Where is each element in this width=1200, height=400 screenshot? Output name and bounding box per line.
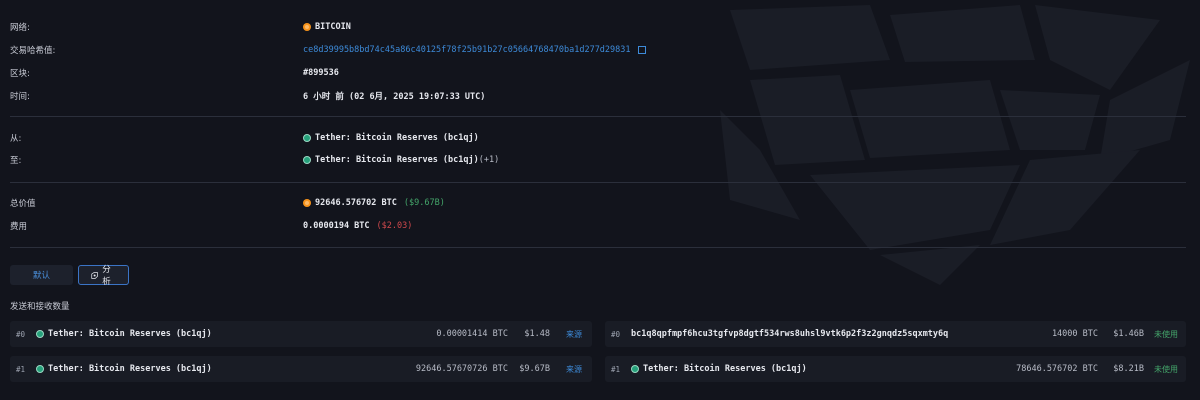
to-extra-count[interactable]: (+1) (479, 155, 499, 165)
from-address[interactable]: Tether: Bitcoin Reserves (bc1qj) (315, 133, 479, 143)
tether-icon (303, 156, 311, 164)
divider (10, 247, 1186, 248)
input-row: #1 Tether: Bitcoin Reserves (bc1qj) 9264… (10, 356, 592, 382)
input-address[interactable]: Tether: Bitcoin Reserves (bc1qj) (48, 364, 212, 374)
external-link-icon[interactable] (637, 46, 646, 54)
input-index: #1 (16, 364, 26, 374)
section-title: 发送和接收数量 (10, 302, 70, 312)
tether-icon (36, 365, 44, 373)
time-label: 时间: (10, 92, 30, 102)
bitcoin-icon (303, 199, 311, 207)
source-link[interactable]: 来源 (566, 364, 582, 375)
from-row: 从: Tether: Bitcoin Reserves (bc1qj) (10, 128, 1186, 148)
output-amount: 14000 BTC (1051, 329, 1098, 339)
total-value-usd: ($9.67B) (403, 198, 445, 208)
input-usd: $9.67B (519, 364, 550, 374)
tether-icon (631, 365, 639, 373)
total-value-row: 总价值 92646.576702 BTC ($9.67B) (10, 193, 1186, 213)
tx-hash-link[interactable]: ce8d39995b8bd74c45a86c40125f78f25b91b27c… (303, 45, 631, 55)
to-row: 至: Tether: Bitcoin Reserves (bc1qj) (+1) (10, 150, 1186, 170)
fee-usd: ($2.03) (376, 221, 413, 231)
unspent-tag: 未使用 (1154, 329, 1178, 339)
output-address[interactable]: Tether: Bitcoin Reserves (bc1qj) (643, 364, 807, 374)
network-value: BITCOIN (315, 22, 351, 32)
time-row: 时间: 6 小时 前 (02 6月, 2025 19:07:33 UTC) (10, 86, 1186, 106)
input-amount: 92646.57670726 BTC (415, 364, 508, 374)
to-label: 至: (10, 156, 22, 166)
fee-row: 费用 0.0000194 BTC ($2.03) (10, 216, 1186, 236)
output-address[interactable]: bc1q8qpfmpf6hcu3tgfvp8dgtf534rws8uhsl9vt… (631, 329, 948, 339)
output-amount: 78646.576702 BTC (1016, 364, 1098, 374)
output-index: #0 (611, 329, 621, 339)
fee-label: 费用 (10, 222, 28, 232)
input-address[interactable]: Tether: Bitcoin Reserves (bc1qj) (48, 329, 212, 339)
tx-hash-label: 交易哈希值: (10, 46, 56, 56)
block-value: #899536 (303, 68, 339, 78)
total-value-label: 总价值 (10, 199, 36, 209)
tab-default[interactable]: 默认 (10, 265, 73, 285)
output-usd: $8.21B (1113, 364, 1144, 374)
tether-icon (36, 330, 44, 338)
tether-icon (303, 134, 311, 142)
block-row: 区块: #899536 (10, 63, 1186, 83)
output-row: #1 Tether: Bitcoin Reserves (bc1qj) 7864… (605, 356, 1186, 382)
unspent-tag: 未使用 (1154, 364, 1178, 374)
input-amount: 0.00001414 BTC (436, 329, 508, 339)
output-usd: $1.46B (1113, 329, 1144, 339)
bitcoin-icon (303, 23, 311, 31)
block-label: 区块: (10, 69, 30, 79)
total-value-btc: 92646.576702 BTC (315, 198, 397, 208)
input-usd: $1.48 (524, 329, 550, 339)
source-link[interactable]: 来源 (566, 329, 582, 340)
network-label: 网络: (10, 23, 30, 33)
to-address[interactable]: Tether: Bitcoin Reserves (bc1qj) (315, 155, 479, 165)
input-row: #0 Tether: Bitcoin Reserves (bc1qj) 0.00… (10, 321, 592, 347)
time-value: 6 小时 前 (02 6月, 2025 19:07:33 UTC) (303, 92, 486, 102)
divider (10, 116, 1186, 117)
output-index: #1 (611, 364, 621, 374)
analysis-icon (91, 271, 98, 279)
output-row: #0 bc1q8qpfmpf6hcu3tgfvp8dgtf534rws8uhsl… (605, 321, 1186, 347)
tab-analysis[interactable]: 分析 (78, 265, 129, 287)
tx-hash-row: 交易哈希值: ce8d39995b8bd74c45a86c40125f78f25… (10, 40, 1186, 60)
fee-btc: 0.0000194 BTC (303, 221, 370, 231)
input-index: #0 (16, 329, 26, 339)
view-tabs: 默认 分析 (10, 265, 129, 287)
divider (10, 182, 1186, 183)
network-row: 网络: BITCOIN (10, 17, 1186, 37)
from-label: 从: (10, 134, 22, 144)
